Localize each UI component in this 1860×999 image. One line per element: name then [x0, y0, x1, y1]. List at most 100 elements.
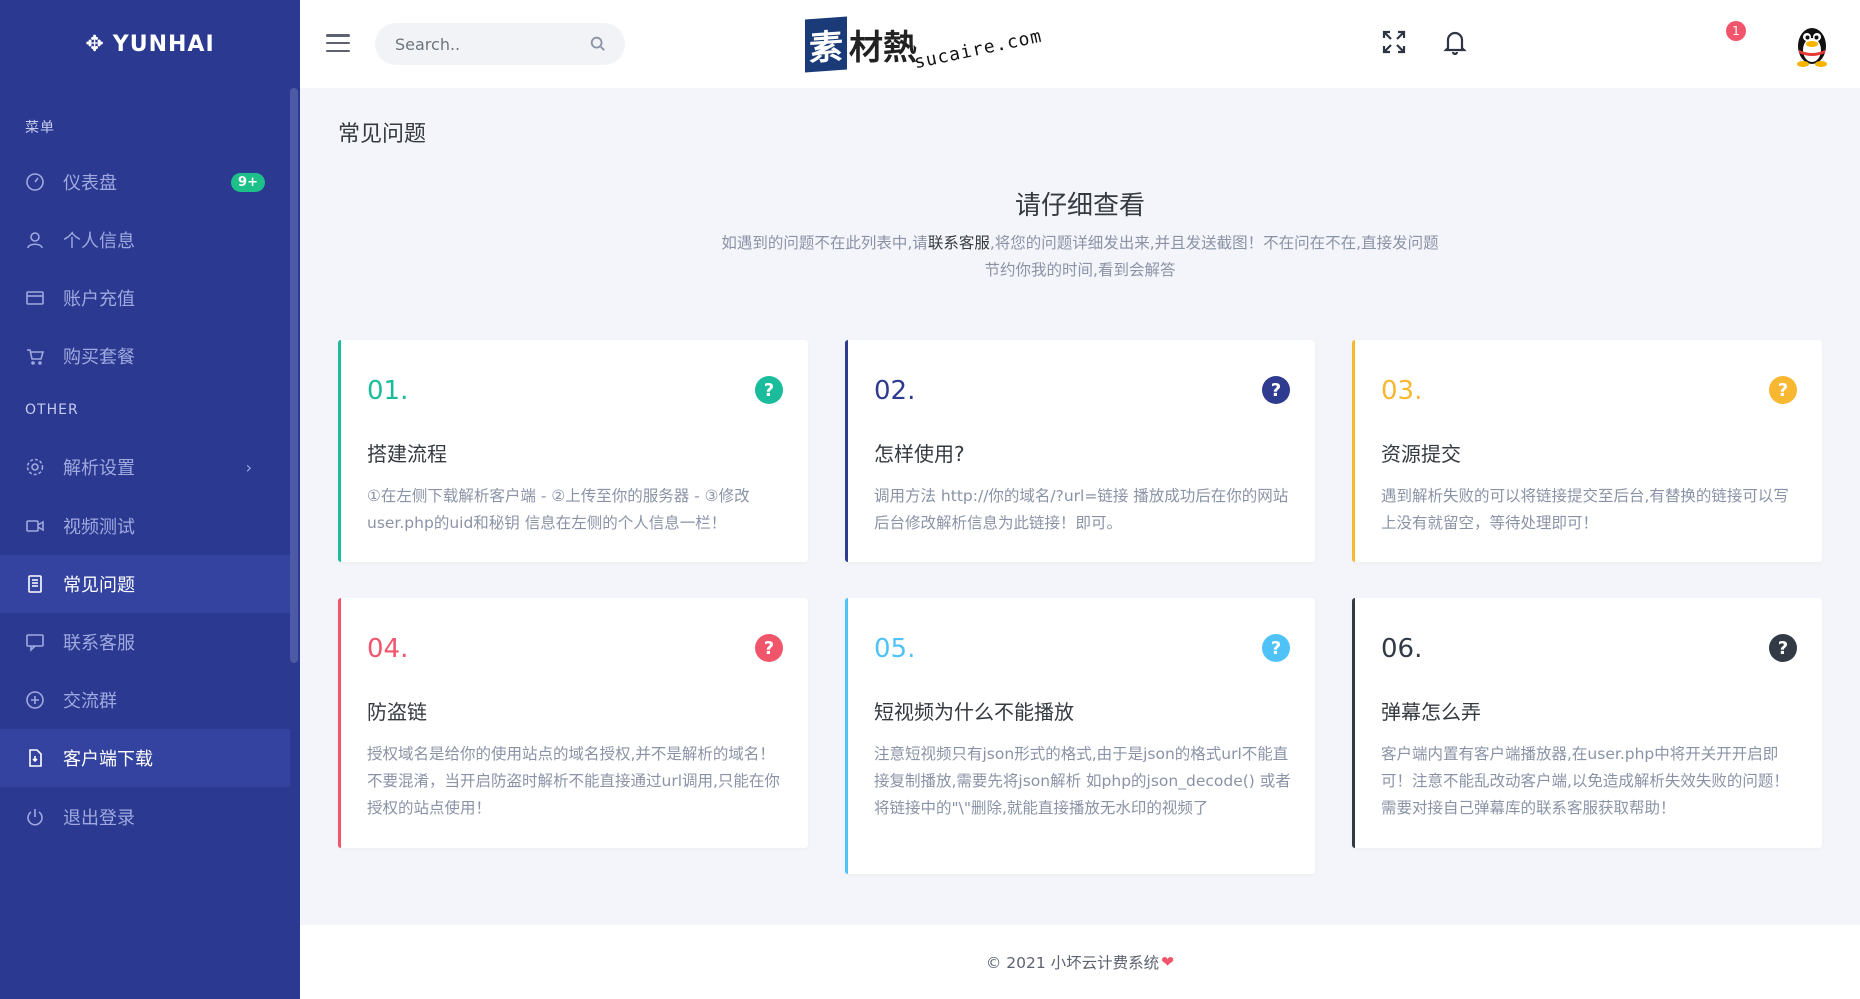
menu-toggle-icon[interactable] [326, 34, 350, 52]
faq-card: 01. ? 搭建流程 ①在左侧下载解析客户端 - ②上传至你的服务器 - ③修改… [338, 340, 808, 562]
faq-card: 06. ? 弹幕怎么弄 客户端内置有客户端播放器,在user.php中将开关开开… [1352, 598, 1822, 848]
sidebar-item-profile[interactable]: 个人信息 [0, 211, 290, 269]
top-header: 素 材熱 sucaire.com 1 [300, 0, 1860, 88]
copyright-text: © 2021 小坏云计费系统 [985, 954, 1160, 972]
search-icon[interactable] [589, 35, 607, 53]
logo-url: sucaire.com [912, 25, 1044, 73]
desc-text: ,将您的问题详细发出来,并且发送截图！不在问在不在,直接发问题节约你我的时间,看… [984, 234, 1439, 279]
faq-title: 防盗链 [367, 700, 427, 724]
power-icon [25, 807, 45, 827]
question-circle-icon: ? [1769, 634, 1797, 662]
brand-logo[interactable]: ✥ YUNHAI [0, 0, 300, 88]
bell-icon[interactable] [1441, 28, 1471, 58]
faq-card: 03. ? 资源提交 遇到解析失败的可以将链接提交至后台,有替换的链接可以写上没… [1352, 340, 1822, 562]
faq-number: 05. [874, 634, 916, 664]
credit-card-icon [25, 288, 45, 308]
avatar[interactable] [1788, 20, 1836, 68]
plus-circle-icon [25, 690, 45, 710]
faq-card: 05. ? 短视频为什么不能播放 注意短视频只有json形式的格式,由于是jso… [845, 598, 1315, 874]
question-circle-icon: ? [755, 634, 783, 662]
svg-text:?: ? [1778, 638, 1788, 659]
svg-text:?: ? [1778, 380, 1788, 401]
faq-title: 资源提交 [1381, 442, 1461, 466]
section-description: 如遇到的问题不在此列表中,请联系客服,将您的问题详细发出来,并且发送截图！不在问… [720, 230, 1440, 284]
desc-text: 如遇到的问题不在此列表中,请 [721, 234, 928, 252]
file-download-icon [25, 748, 45, 768]
move-icon: ✥ [85, 31, 105, 57]
dashboard-icon [25, 172, 45, 192]
faq-number: 06. [1381, 634, 1423, 664]
sidebar-item-dashboard[interactable]: 仪表盘 9+ [0, 153, 290, 211]
menu-section-title: 菜单 [25, 120, 55, 136]
sidebar-item-faq[interactable]: 常见问题 [0, 555, 290, 613]
sidebar-item-label: 仪表盘 [63, 173, 117, 194]
faq-description: 授权域名是给你的使用站点的域名授权,并不是解析的域名！不要混淆，当开启防盗时解析… [367, 745, 780, 817]
faq-description: 遇到解析失败的可以将链接提交至后台,有替换的链接可以写上没有就留空，等待处理即可… [1381, 487, 1789, 532]
search-input[interactable] [395, 34, 575, 54]
sidebar-item-client-download[interactable]: 客户端下载 [0, 729, 290, 787]
menu-section-title: OTHER [25, 402, 79, 418]
faq-description: 调用方法 http://你的域名/?url=链接 播放成功后在你的网站后台修改解… [874, 487, 1289, 532]
contact-support-link[interactable]: 联系客服 [928, 234, 990, 252]
svg-text:?: ? [764, 380, 774, 401]
logo-main: 素 [805, 16, 847, 72]
user-icon [25, 230, 45, 250]
faq-title: 短视频为什么不能播放 [874, 700, 1074, 724]
svg-text:?: ? [1271, 380, 1281, 401]
faq-number: 01. [367, 376, 409, 406]
sidebar-item-logout[interactable]: 退出登录 [0, 788, 290, 846]
footer: © 2021 小坏云计费系统 ❤ [300, 925, 1860, 999]
sidebar-item-group[interactable]: 交流群 [0, 671, 290, 729]
svg-text:?: ? [764, 638, 774, 659]
sidebar-item-label: 退出登录 [63, 808, 135, 829]
fullscreen-icon[interactable] [1380, 28, 1410, 58]
brand-name: YUNHAI [112, 31, 215, 57]
question-circle-icon: ? [1769, 376, 1797, 404]
heart-icon: ❤ [1161, 953, 1175, 971]
notification-count-badge: 1 [1726, 21, 1746, 41]
sidebar-item-label: 解析设置 [63, 458, 135, 479]
sidebar-item-label: 购买套餐 [63, 347, 135, 368]
sidebar-item-video-test[interactable]: 视频测试 [0, 497, 290, 555]
faq-number: 03. [1381, 376, 1423, 406]
sidebar-item-parse-settings[interactable]: 解析设置 › [0, 438, 290, 496]
sidebar-item-recharge[interactable]: 账户充值 [0, 269, 290, 327]
chevron-right-icon: › [245, 457, 252, 477]
sidebar-item-label: 账户充值 [63, 289, 135, 310]
faq-description: 注意短视频只有json形式的格式,由于是json的格式url不能直接复制播放,需… [874, 745, 1291, 817]
document-icon [25, 574, 45, 594]
sidebar-scrollbar[interactable] [290, 88, 298, 663]
sidebar-item-label: 联系客服 [63, 633, 135, 654]
faq-number: 04. [367, 634, 409, 664]
faq-title: 搭建流程 [367, 442, 447, 466]
faq-number: 02. [874, 376, 916, 406]
search-box [375, 23, 625, 65]
logo-rest: 材熱 [849, 27, 917, 68]
chat-icon [25, 632, 45, 652]
page-title: 常见问题 [338, 122, 427, 147]
notification-badge: 9+ [231, 172, 265, 192]
cart-icon [25, 346, 45, 366]
sidebar-item-label: 常见问题 [63, 575, 135, 596]
sidebar: ✥ YUNHAI 菜单 仪表盘 9+ 个人信息 账户充值 购买套餐 OTHER … [0, 0, 300, 999]
faq-title: 弹幕怎么弄 [1381, 700, 1481, 724]
sidebar-item-label: 交流群 [63, 691, 117, 712]
sidebar-item-label: 客户端下载 [63, 749, 153, 770]
section-title: 请仔细查看 [1014, 191, 1145, 221]
video-icon [25, 516, 45, 536]
sidebar-item-label: 视频测试 [63, 517, 135, 538]
sidebar-item-buy-package[interactable]: 购买套餐 [0, 327, 290, 385]
faq-description: ①在左侧下载解析客户端 - ②上传至你的服务器 - ③修改user.php的ui… [367, 487, 750, 532]
watermark-logo: 素 材熱 sucaire.com [805, 14, 1044, 74]
question-circle-icon: ? [755, 376, 783, 404]
faq-title: 怎样使用? [874, 442, 965, 466]
faq-description: 客户端内置有客户端播放器,在user.php中将开关开开启即可！注意不能乱改动客… [1381, 745, 1789, 817]
svg-text:?: ? [1271, 638, 1281, 659]
question-circle-icon: ? [1262, 634, 1290, 662]
question-circle-icon: ? [1262, 376, 1290, 404]
settings-icon [25, 457, 45, 477]
sidebar-item-label: 个人信息 [63, 231, 135, 252]
faq-card: 02. ? 怎样使用? 调用方法 http://你的域名/?url=链接 播放成… [845, 340, 1315, 562]
faq-card: 04. ? 防盗链 授权域名是给你的使用站点的域名授权,并不是解析的域名！不要混… [338, 598, 808, 848]
sidebar-item-contact-support[interactable]: 联系客服 [0, 613, 290, 671]
